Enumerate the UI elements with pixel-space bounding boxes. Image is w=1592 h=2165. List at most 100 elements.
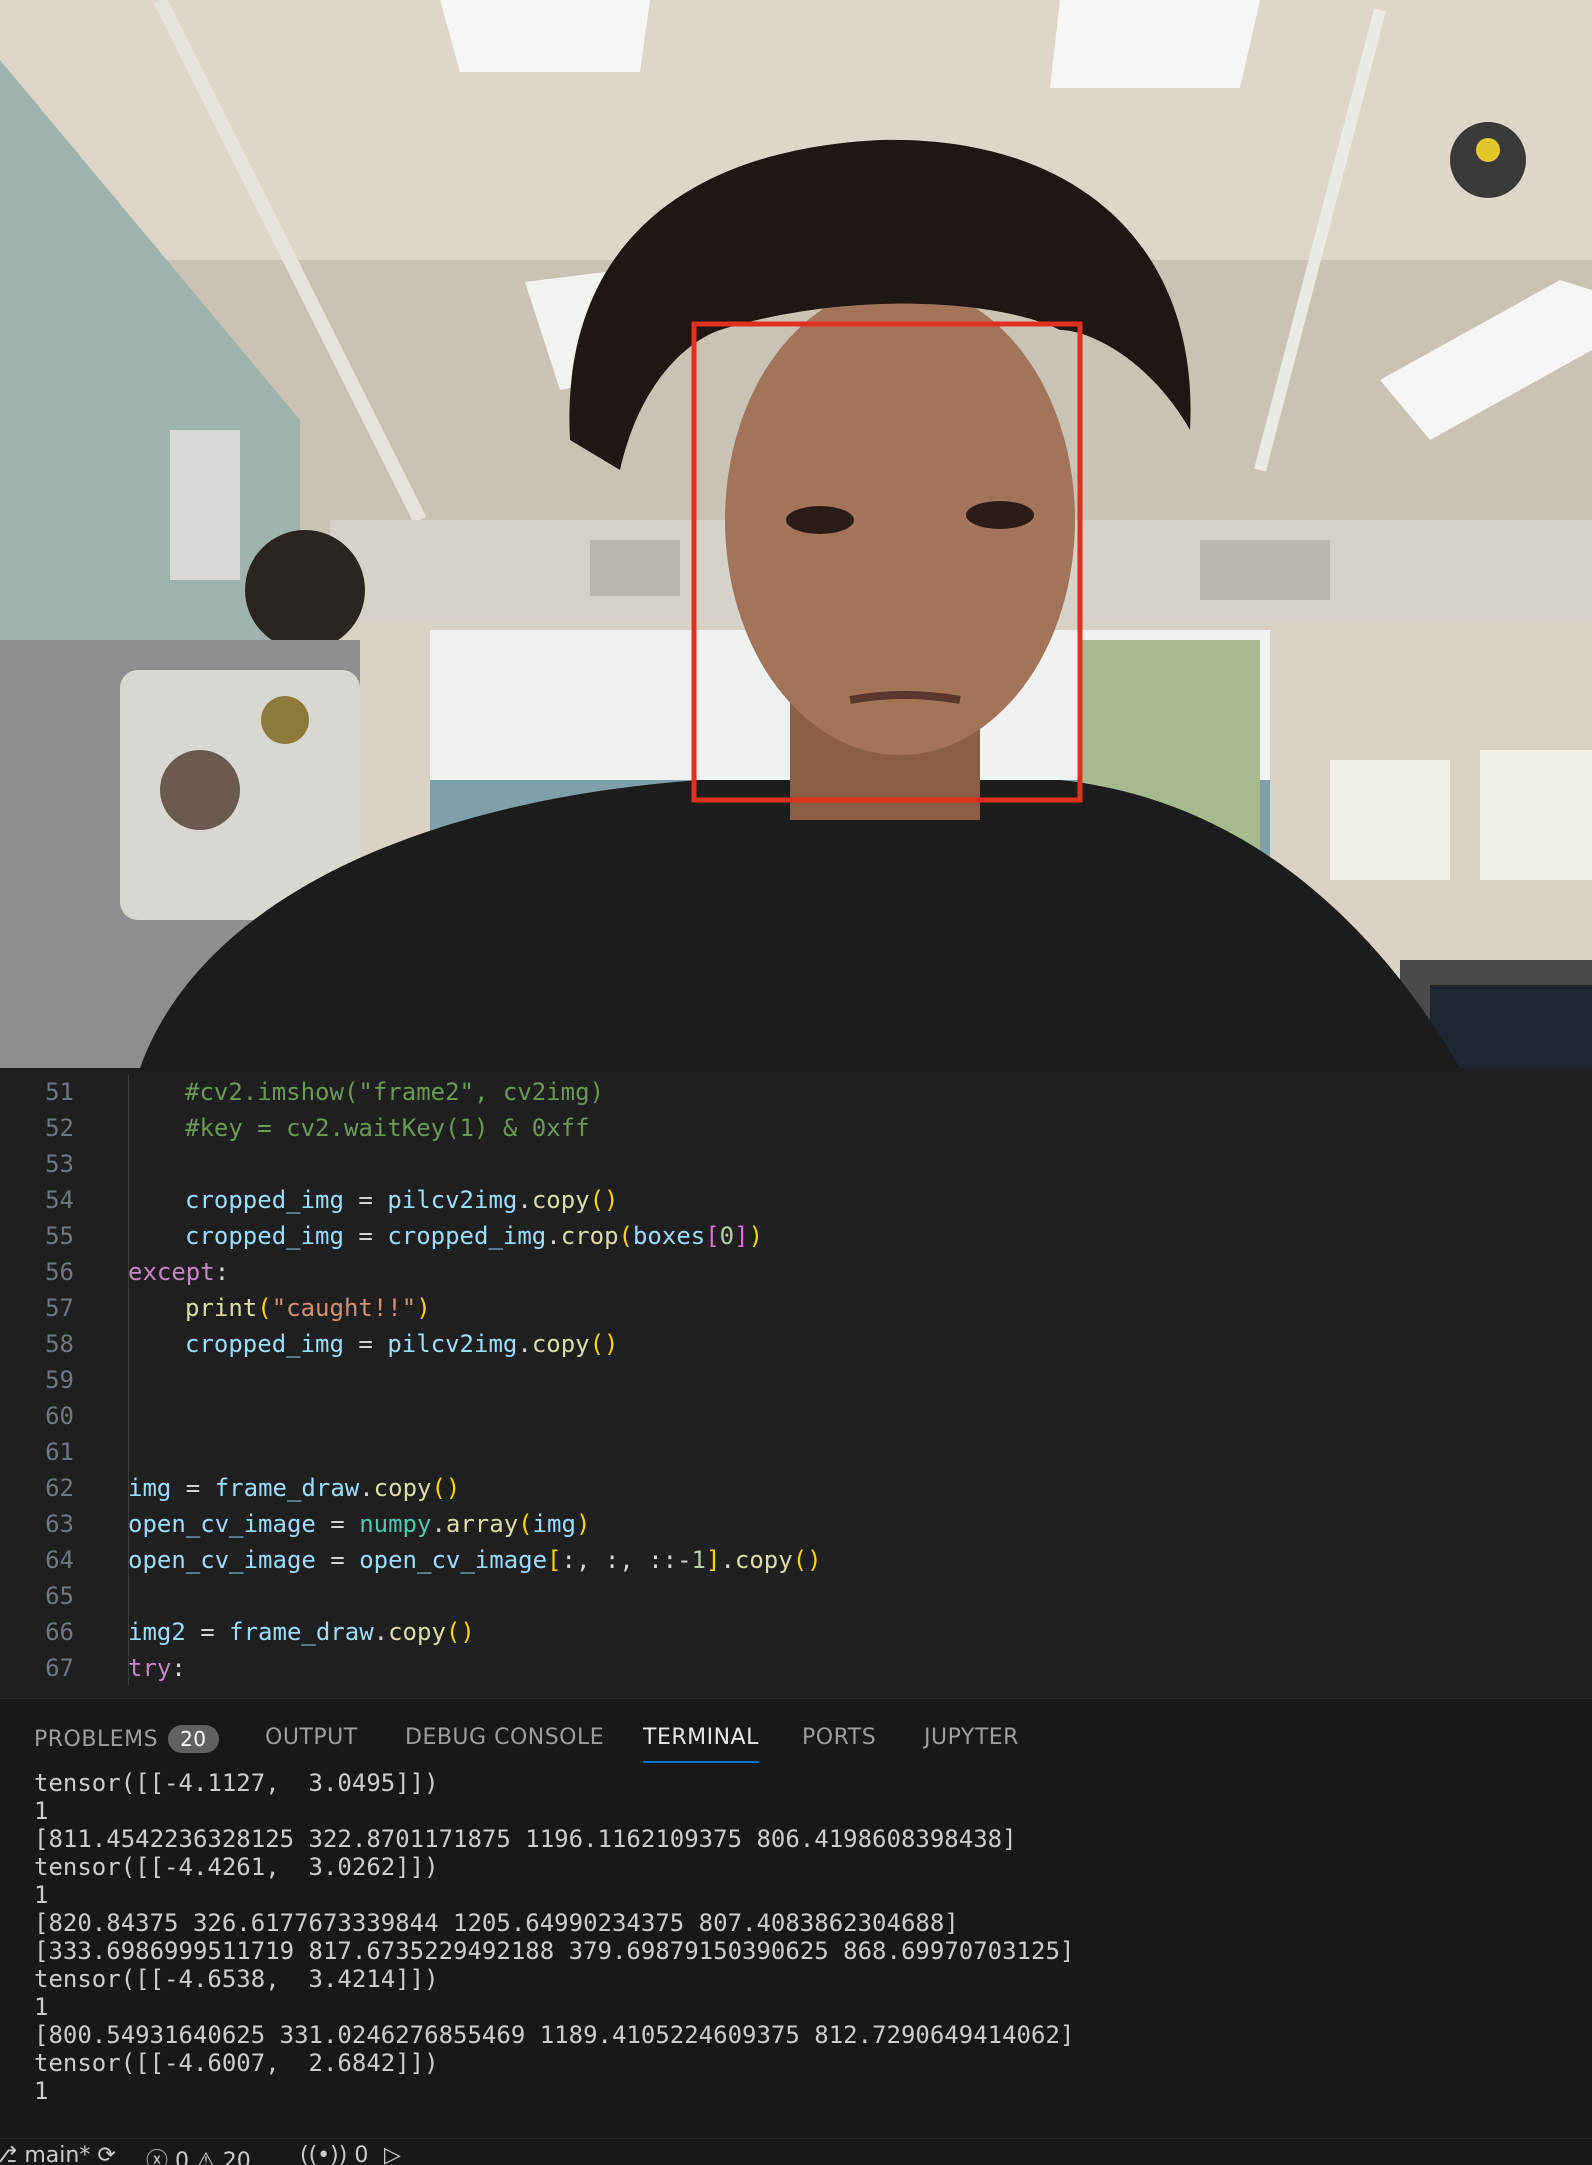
code-line[interactable]: 65 — [0, 1578, 1592, 1614]
code-token: cropped_img — [185, 1222, 344, 1250]
code-text[interactable]: #key = cv2.waitKey(1) & 0xff — [185, 1110, 590, 1146]
code-line[interactable]: 56 except: — [0, 1254, 1592, 1290]
code-text[interactable]: open_cv_image = open_cv_image[:, :, ::-1… — [128, 1542, 822, 1578]
code-line[interactable]: 54 cropped_img = pilcv2img.copy() — [0, 1182, 1592, 1218]
line-number: 51 — [45, 1078, 74, 1106]
code-text[interactable]: open_cv_image = numpy.array(img) — [128, 1506, 590, 1542]
terminal-line: [333.6986999511719 817.6735229492188 379… — [34, 1937, 1075, 1965]
code-line[interactable]: 60 — [0, 1398, 1592, 1434]
tab-problems[interactable]: PROBLEMS 20 — [34, 1725, 219, 1753]
terminal-line: 1 — [34, 1993, 49, 2021]
code-token: pilcv2img — [387, 1330, 518, 1358]
terminal-line: [800.54931640625 331.0246276855469 1189.… — [34, 2021, 1075, 2049]
sync-icon[interactable]: ⟳ — [97, 2143, 115, 2165]
line-number: 54 — [45, 1186, 74, 1214]
bottom-panel: PROBLEMS 20 OUTPUT DEBUG CONSOLE TERMINAL POR… — [0, 1698, 1592, 2139]
code-token: frame_draw — [214, 1474, 360, 1502]
code-line[interactable]: 59 — [0, 1362, 1592, 1398]
code-token: . — [373, 1618, 389, 1646]
run-icon[interactable]: ▷ — [384, 2143, 401, 2165]
code-token: ) — [748, 1222, 764, 1250]
code-line[interactable]: 61 — [0, 1434, 1592, 1470]
indent-guide — [128, 1542, 129, 1578]
tab-debug-console[interactable]: DEBUG CONSOLE — [405, 1725, 604, 1750]
code-token: open_cv_image — [359, 1546, 548, 1574]
code-text[interactable]: img2 = frame_draw.copy() — [128, 1614, 475, 1650]
code-line[interactable]: 57 print("caught!!") — [0, 1290, 1592, 1326]
code-token: . — [517, 1186, 532, 1214]
ports-status[interactable]: ((•)) 0 — [300, 2143, 368, 2165]
broadcast-icon: ((•)) — [300, 2143, 355, 2165]
code-line[interactable]: 63 open_cv_image = numpy.array(img) — [0, 1506, 1592, 1542]
code-text[interactable]: try: — [128, 1650, 186, 1686]
code-token: ( — [257, 1294, 272, 1322]
line-number: 57 — [45, 1294, 74, 1322]
indent-guide — [128, 1182, 129, 1218]
code-token: img2 — [128, 1618, 186, 1646]
code-line[interactable]: 55 cropped_img = cropped_img.crop(boxes[0… — [0, 1218, 1592, 1254]
code-token: "caught!!" — [271, 1294, 417, 1322]
indent-guide — [128, 1398, 129, 1434]
line-number: 62 — [45, 1474, 74, 1502]
line-number: 52 — [45, 1114, 74, 1142]
tab-jupyter[interactable]: JUPYTER — [924, 1725, 1019, 1750]
indent-guide — [128, 1506, 129, 1542]
code-token: = — [343, 1186, 388, 1214]
code-text[interactable]: except: — [128, 1254, 229, 1290]
error-icon: ⓧ — [146, 2149, 175, 2165]
line-number: 63 — [45, 1510, 74, 1538]
code-text[interactable]: img = frame_draw.copy() — [128, 1470, 460, 1506]
code-line[interactable]: 66 img2 = frame_draw.copy() — [0, 1614, 1592, 1650]
code-token: frame_draw — [229, 1618, 374, 1646]
code-token: cropped_img — [185, 1330, 344, 1358]
problems-status[interactable]: ⓧ 0 ⚠ 20 — [146, 2143, 251, 2165]
code-token: ] — [706, 1546, 721, 1574]
code-token: [ — [705, 1222, 720, 1250]
code-token: copy — [373, 1474, 432, 1502]
code-token: () — [589, 1330, 619, 1358]
code-text[interactable]: cropped_img = pilcv2img.copy() — [185, 1326, 619, 1362]
terminal-line: [820.84375 326.6177673339844 1205.649902… — [34, 1909, 959, 1937]
code-token: except — [128, 1258, 215, 1286]
terminal-line: tensor([[-4.6538, 3.4214]]) — [34, 1965, 439, 1993]
webcam-frame — [0, 0, 1592, 1068]
code-editor[interactable]: 51 #cv2.imshow("frame2", cv2img) 52 #key = … — [0, 1068, 1592, 1698]
code-token: img — [532, 1510, 576, 1538]
terminal-output[interactable]: tensor([[-4.1127, 3.0495]]) 1 [811.4542236… — [34, 1769, 1074, 2105]
line-number: 55 — [45, 1222, 74, 1250]
tab-label: JUPYTER — [924, 1725, 1019, 1750]
webcam-image — [0, 0, 1592, 1068]
code-line[interactable]: 53 — [0, 1146, 1592, 1182]
code-line[interactable]: 51 #cv2.imshow("frame2", cv2img) — [0, 1074, 1592, 1110]
code-line[interactable]: 52 #key = cv2.waitKey(1) & 0xff — [0, 1110, 1592, 1146]
indent-guide — [128, 1074, 129, 1110]
tab-ports[interactable]: PORTS — [802, 1725, 876, 1750]
code-token: ) — [416, 1294, 431, 1322]
line-number: 66 — [45, 1618, 74, 1646]
code-line[interactable]: 58 cropped_img = pilcv2img.copy() — [0, 1326, 1592, 1362]
code-line[interactable]: 64 open_cv_image = open_cv_image[:, :, ::… — [0, 1542, 1592, 1578]
code-text[interactable]: cropped_img = pilcv2img.copy() — [185, 1182, 619, 1218]
code-line[interactable]: 67 try: — [0, 1650, 1592, 1686]
tab-terminal[interactable]: TERMINAL — [643, 1725, 759, 1763]
terminal-line: 1 — [34, 1881, 49, 1909]
code-token: . — [720, 1546, 735, 1574]
code-token: () — [589, 1186, 619, 1214]
terminal-line: tensor([[-4.4261, 3.0262]]) — [34, 1853, 439, 1881]
line-number: 58 — [45, 1330, 74, 1358]
panel-tabs: PROBLEMS 20 OUTPUT DEBUG CONSOLE TERMINAL POR… — [0, 1699, 1592, 1773]
code-token: cropped_img — [387, 1222, 547, 1250]
code-token: 0 — [719, 1222, 735, 1250]
code-token: () — [431, 1474, 461, 1502]
indent-guide — [128, 1110, 129, 1146]
line-number: 59 — [45, 1366, 74, 1394]
code-text[interactable]: #cv2.imshow("frame2", cv2img) — [185, 1074, 604, 1110]
code-text[interactable]: cropped_img = cropped_img.crop(boxes[0]) — [185, 1218, 763, 1254]
indent-guide — [128, 1470, 129, 1506]
tab-output[interactable]: OUTPUT — [265, 1725, 358, 1750]
branch-item[interactable]: ⎇ main* ⟳ — [0, 2143, 116, 2165]
code-line[interactable]: 62 img = frame_draw.copy() — [0, 1470, 1592, 1506]
code-token: : — [214, 1258, 230, 1286]
code-token: try — [128, 1654, 172, 1682]
code-text[interactable]: print("caught!!") — [185, 1290, 431, 1326]
